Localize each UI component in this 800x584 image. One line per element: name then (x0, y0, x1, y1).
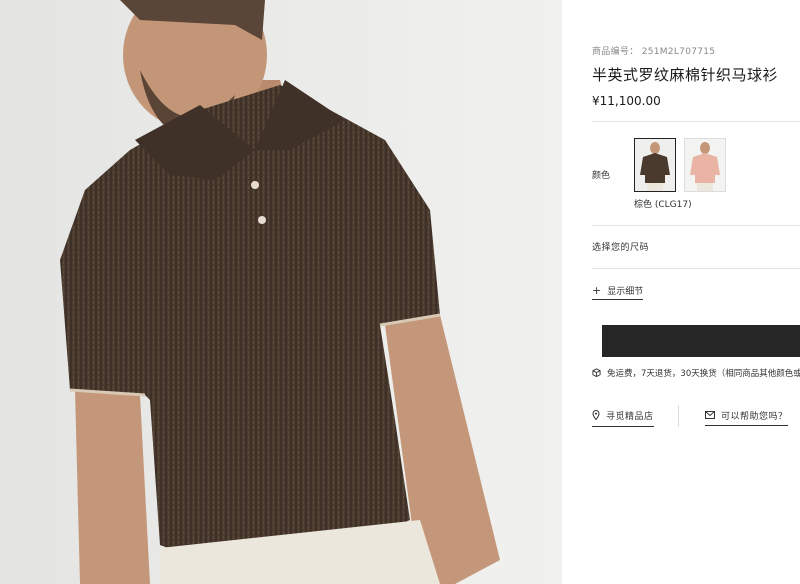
divider (678, 405, 679, 427)
product-price: ¥11,100.00 (592, 94, 661, 108)
sku-label: 商品编号： (592, 47, 639, 57)
shipping-info: 免运费，7天退货，30天换货（相同商品其他颜色或尺码 (592, 367, 800, 380)
shipping-text: 免运费，7天退货，30天换货（相同商品其他颜色或尺码 (607, 369, 800, 379)
color-swatch-brown[interactable] (634, 138, 676, 192)
selected-color-name: 棕色 (CLG17) (634, 200, 692, 210)
sku-line: 商品编号： 251M2L707715 (592, 44, 715, 57)
find-boutique-link[interactable]: 寻觅精品店 (592, 409, 654, 427)
find-boutique-label: 寻觅精品店 (606, 412, 654, 422)
size-selector[interactable]: 选择您的尺码 (592, 240, 649, 253)
help-contact-label: 可以帮助您吗？ (721, 412, 788, 422)
mail-icon (705, 411, 715, 422)
show-details-link[interactable]: + 显示细节 (592, 284, 644, 300)
product-title: 半英式罗纹麻棉针织马球衫 (592, 66, 779, 84)
color-swatch-pink[interactable] (684, 138, 726, 192)
help-contact-link[interactable]: 可以帮助您吗？ (705, 409, 788, 426)
product-info-panel: 商品编号： 251M2L707715 半英式罗纹麻棉针织马球衫 ¥11,100.… (562, 0, 800, 584)
color-label: 颜色 (592, 171, 611, 181)
divider (592, 268, 800, 269)
package-icon (592, 367, 601, 380)
show-details-label: 显示细节 (607, 287, 644, 297)
divider (592, 225, 800, 226)
location-pin-icon (592, 410, 600, 423)
sku-value: 251M2L707715 (641, 47, 716, 57)
divider (592, 121, 800, 122)
plus-icon: + (592, 284, 602, 297)
add-to-bag-button[interactable] (602, 325, 800, 357)
product-image (0, 0, 562, 584)
